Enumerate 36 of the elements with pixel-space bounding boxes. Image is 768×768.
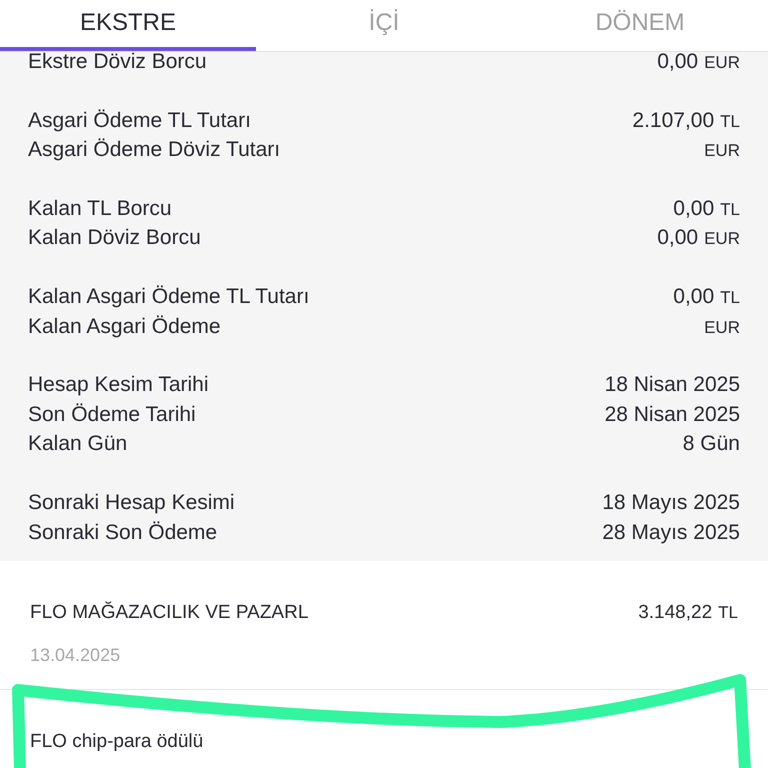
currency-code: EUR <box>704 52 740 74</box>
row-label: Hesap Kesim Tarihi <box>28 372 209 398</box>
amount-value: 28 Mayıs 2025 <box>602 520 740 546</box>
row-label: Kalan Asgari Ödeme <box>28 314 221 340</box>
row-label: Kalan TL Borcu <box>28 196 172 222</box>
amount-value: 0,00 <box>657 225 698 252</box>
amount-value: 8 Gün <box>682 431 740 458</box>
tab[interactable]: DÖNEM <box>512 0 768 51</box>
row-label: Kalan Asgari Ödeme TL Tutarı <box>28 284 310 310</box>
row-label: Asgari Ödeme TL Tutarı <box>28 108 251 134</box>
row-label: Asgari Ödeme Döviz Tutarı <box>28 137 280 164</box>
row-label: FLO chip-para ödülü <box>30 730 204 754</box>
row-label: Sonraki Hesap Kesimi <box>28 490 235 516</box>
currency-code: EUR <box>704 316 740 339</box>
currency-code: TL <box>720 198 740 221</box>
row-label: Ekstre Döviz Borcu <box>28 49 207 75</box>
currency-code: EUR <box>704 228 740 250</box>
amount-value: 28 Nisan 2025 <box>604 402 740 428</box>
tab[interactable]: İÇİ <box>256 0 512 51</box>
amount-value: 3.148,22 <box>638 601 712 626</box>
row-label: Kalan Gün <box>28 431 128 458</box>
amount-value: 0,00 <box>673 284 714 310</box>
currency-code: EUR <box>704 140 740 162</box>
amount-value: 0,00 <box>673 196 714 222</box>
amount-value: 18 Mayıs 2025 <box>602 490 740 516</box>
amount-value: 18 Nisan 2025 <box>604 372 740 398</box>
amount-value: 2.107,00 <box>632 108 714 134</box>
row-label: Sonraki Son Ödeme <box>28 520 218 546</box>
row-label: Son Ödeme Tarihi <box>28 402 196 428</box>
row-label: FLO MAĞAZACILIK VE PAZARL <box>30 600 308 626</box>
row-label: Kalan Döviz Borcu <box>28 225 201 252</box>
amount-value: 0,00 <box>657 49 698 75</box>
currency-code: TL <box>720 286 740 309</box>
currency-code: TL <box>718 602 738 624</box>
currency-code: TL <box>720 110 740 133</box>
transaction-date: 13.04.2025 <box>30 644 122 667</box>
